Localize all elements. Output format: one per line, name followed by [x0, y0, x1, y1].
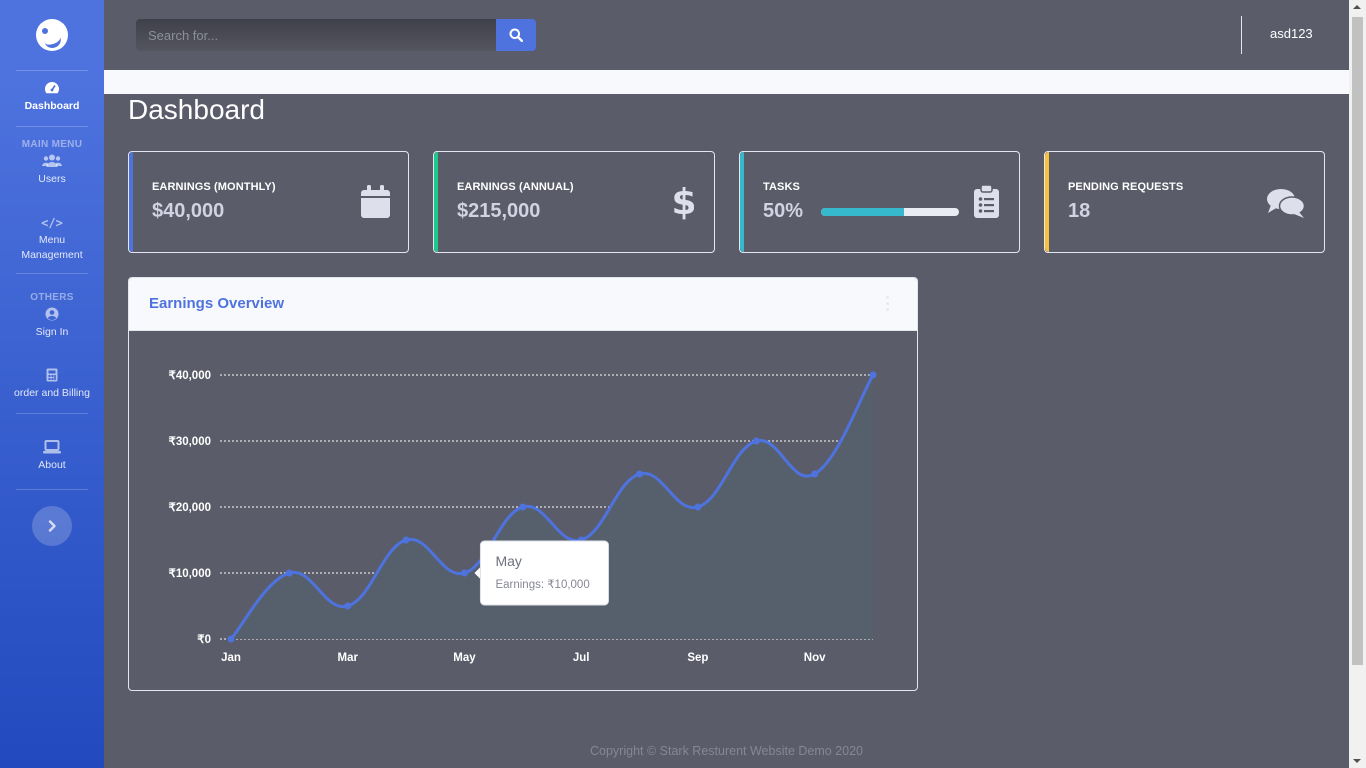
- x-tick-label: May: [453, 652, 476, 664]
- footer-copyright: Copyright © Stark Resturent Website Demo…: [590, 744, 863, 758]
- user-circle-icon: [4, 307, 100, 323]
- tasks-progress-fill: [821, 208, 904, 216]
- sidebar-heading-main-menu: MAIN MENU: [21, 139, 83, 150]
- sidebar-item-dashboard[interactable]: Dashboard: [0, 71, 104, 122]
- data-point: [519, 503, 527, 511]
- users-icon: [4, 154, 100, 170]
- chart-card-header: Earnings Overview: [129, 278, 917, 331]
- card-label: EARNINGS (MONTHLY): [152, 181, 276, 193]
- sidebar-item-label: Sign In: [35, 326, 69, 338]
- laugh-wink-icon: [36, 19, 68, 51]
- sidebar-heading-others: OTHERS: [30, 292, 74, 303]
- sidebar-item-label: order and Billing: [14, 387, 90, 399]
- sidebar-item-label: Menu Management: [21, 234, 83, 261]
- sidebar-divider: [16, 489, 88, 490]
- calendar-icon: [361, 185, 390, 223]
- card-label: TASKS: [763, 181, 800, 193]
- search-input[interactable]: [136, 19, 496, 51]
- y-tick-label: ₹10,000: [169, 568, 212, 580]
- page-scrollbar[interactable]: [1349, 0, 1366, 768]
- search-bar: [136, 19, 536, 51]
- x-tick-label: Jan: [221, 652, 241, 664]
- tooltip-title: May: [495, 553, 521, 569]
- scrollbar-thumb[interactable]: [1352, 17, 1363, 665]
- card-accent: [1045, 152, 1049, 252]
- card-value: 18: [1068, 200, 1091, 222]
- card-value: 50%: [763, 200, 804, 222]
- sidebar-toggle-button[interactable]: [32, 506, 72, 546]
- y-tick-label: ₹40,000: [169, 370, 212, 382]
- data-point: [694, 503, 702, 511]
- sidebar-item-order-billing[interactable]: order and Billing: [0, 348, 104, 409]
- data-point: [402, 536, 410, 544]
- laptop-icon: [4, 440, 100, 456]
- search-icon: [509, 28, 523, 42]
- chevron-right-icon: [48, 520, 56, 532]
- y-tick-label: ₹30,000: [169, 436, 212, 448]
- clipboard-list-icon: [974, 184, 999, 223]
- x-tick-label: Jul: [573, 652, 590, 664]
- x-tick-label: Sep: [687, 652, 708, 664]
- chart-title: Earnings Overview: [149, 295, 285, 312]
- tasks-progress-bar: [821, 208, 959, 216]
- y-tick-label: ₹20,000: [169, 502, 212, 514]
- data-point: [460, 569, 468, 577]
- tooltip-text: Earnings: ₹10,000: [495, 579, 589, 591]
- sidebar-item-label: About: [38, 459, 66, 471]
- y-tick-label: ₹0: [197, 634, 211, 646]
- x-tick-label: Mar: [338, 652, 359, 664]
- data-point: [227, 635, 235, 643]
- search-button[interactable]: [496, 19, 536, 51]
- x-tick-label: Nov: [804, 652, 826, 664]
- comments-icon: [1267, 188, 1306, 223]
- sidebar-item-about[interactable]: About: [0, 414, 104, 481]
- data-point: [752, 437, 760, 445]
- data-point: [811, 470, 819, 478]
- data-point: [869, 371, 877, 379]
- card-accent: [434, 152, 438, 252]
- svg-text:$: $: [674, 182, 694, 220]
- card-pending-requests: PENDING REQUESTS 18: [1044, 151, 1325, 253]
- data-point: [636, 470, 644, 478]
- card-earnings-annual: EARNINGS (ANNUAL) $215,000 $: [433, 151, 715, 253]
- topbar-shadow-strip: [104, 70, 1349, 94]
- scroll-down-arrow-icon[interactable]: [1353, 759, 1361, 763]
- card-value: $215,000: [457, 200, 541, 222]
- sidebar-item-users[interactable]: Users: [0, 150, 104, 195]
- earnings-overview-card: Earnings Overview ₹0 ₹10,000 ₹20,000 ₹30,00…: [128, 277, 918, 691]
- scroll-up-arrow-icon[interactable]: [1353, 5, 1361, 9]
- card-accent: [129, 152, 133, 252]
- calculator-icon: [4, 368, 100, 384]
- user-dropdown[interactable]: asd123: [1270, 26, 1313, 41]
- brand[interactable]: [0, 0, 104, 70]
- dollar-icon: $: [671, 182, 696, 225]
- tooltip-box: [479, 540, 609, 606]
- sidebar: Dashboard MAIN MENU Users </> Menu Manag…: [0, 0, 104, 768]
- topbar: asd123: [104, 0, 1349, 70]
- sidebar-item-menu-management[interactable]: </> Menu Management: [0, 195, 104, 271]
- page-title: Dashboard: [128, 94, 265, 125]
- earnings-area-chart[interactable]: ₹0 ₹10,000 ₹20,000 ₹30,000 ₹40,000 Jan Mar May J…: [129, 331, 917, 690]
- data-point: [344, 602, 352, 610]
- data-point: [285, 569, 293, 577]
- sidebar-item-label: Dashboard: [24, 100, 80, 112]
- more-options-icon[interactable]: [886, 296, 889, 312]
- card-accent: [740, 152, 744, 252]
- sidebar-item-label: Users: [38, 173, 66, 185]
- sidebar-item-sign-in[interactable]: Sign In: [0, 303, 104, 348]
- tachometer-icon: [4, 81, 100, 97]
- card-earnings-monthly: EARNINGS (MONTHLY) $40,000: [128, 151, 409, 253]
- card-value: $40,000: [152, 200, 225, 222]
- card-label: PENDING REQUESTS: [1068, 181, 1184, 193]
- card-tasks: TASKS 50%: [739, 151, 1020, 253]
- code-icon: </>: [41, 216, 63, 230]
- card-label: EARNINGS (ANNUAL): [457, 181, 574, 193]
- topbar-divider: [1241, 16, 1242, 54]
